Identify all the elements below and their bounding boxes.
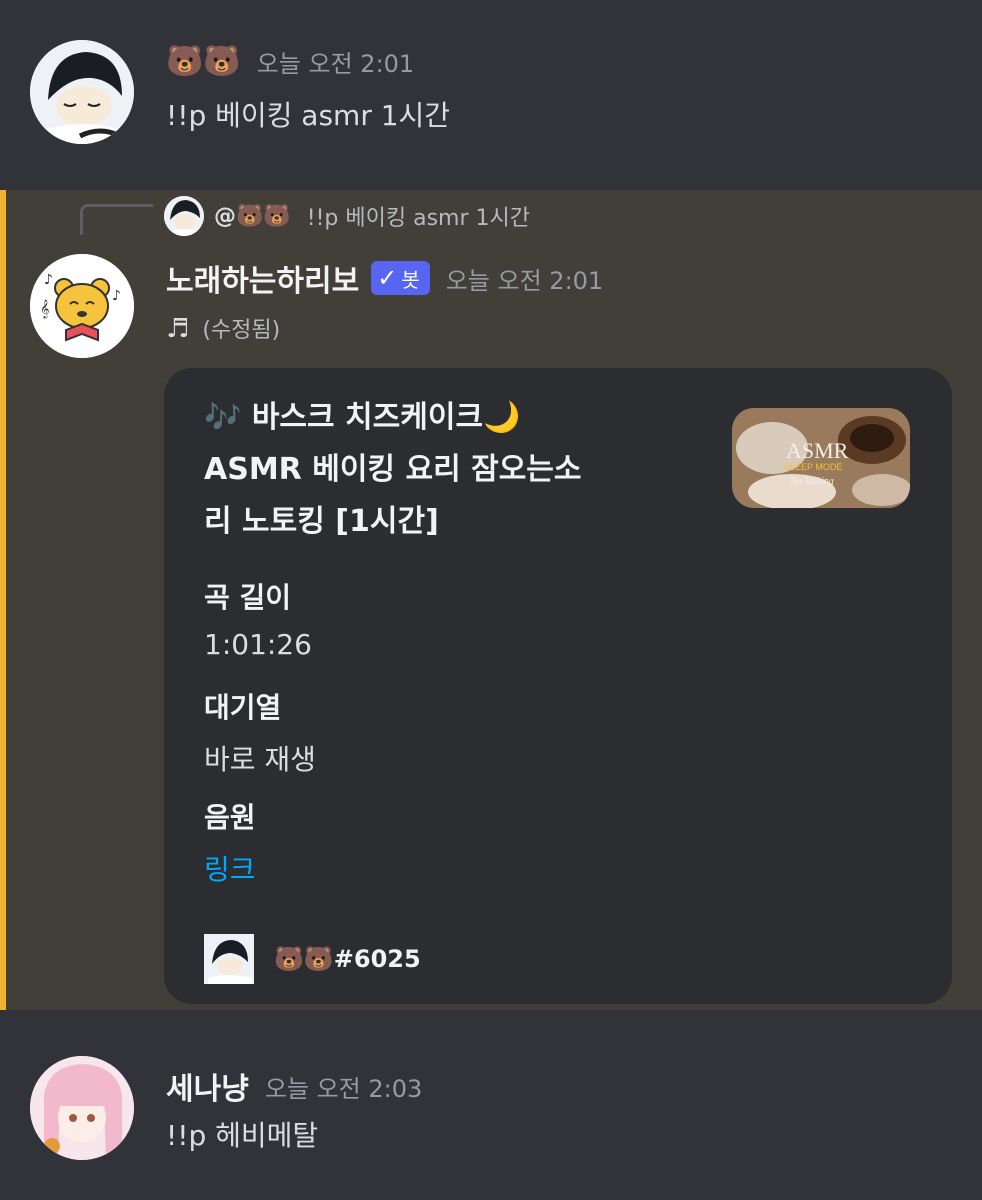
message-content: !!p 헤비메탈 (166, 1119, 319, 1152)
timestamp: 오늘 오전 2:01 (256, 50, 415, 78)
footer-text: 🐻🐻#6025 (274, 945, 421, 973)
mention-highlight-bar (0, 190, 6, 1010)
verified-check-icon: ✓ (377, 264, 398, 292)
embed-title[interactable]: 🎶 바스크 치즈케이크🌙 ASMR 베이킹 요리 잠오는소 리 노토킹 [1시간… (204, 392, 674, 548)
bot-name[interactable]: 노래하는하리보 (166, 256, 359, 300)
svg-text:𝄞: 𝄞 (40, 299, 49, 319)
music-note-icon: ♬ (166, 314, 190, 344)
message-1: 🐻🐻 오늘 오전 2:01 !!p 베이킹 asmr 1시간 (0, 0, 982, 190)
message-content: ♬ (수정됨) (166, 312, 280, 344)
svg-text:♪: ♪ (44, 272, 53, 288)
embed-title-line-1: 바스크 치즈케이크🌙 (251, 400, 521, 435)
message-content: !!p 베이킹 asmr 1시간 (166, 99, 451, 132)
bot-tag-label: 봇 (401, 267, 420, 292)
user-avatar[interactable] (30, 40, 134, 144)
thumbnail-asmr-text: ASMR (786, 438, 849, 463)
bot-avatar[interactable]: ♪ ♪ 𝄞 (30, 254, 134, 358)
embed-footer: 🐻🐻#6025 (204, 934, 421, 984)
author-name[interactable]: 🐻🐻 (166, 44, 241, 79)
reply-connector (80, 204, 153, 235)
embed-title-line-2: ASMR 베이킹 요리 잠오는소 (204, 452, 582, 487)
music-notes-icon: 🎶 (204, 400, 242, 435)
message-3: 세나냥 오늘 오전 2:03 !!p 헤비메탈 (0, 1010, 982, 1200)
timestamp: 오늘 오전 2:01 (445, 266, 604, 295)
svg-text:♪: ♪ (112, 288, 121, 304)
reply-mention[interactable]: @🐻🐻 (214, 204, 291, 229)
field-value-queue: 바로 재생 (204, 743, 316, 776)
author-name[interactable]: 세나냥 (166, 1064, 249, 1108)
thumbnail-talking-text: No Talking (789, 476, 834, 487)
reply-avatar (164, 196, 204, 236)
source-link[interactable]: 링크 (204, 848, 256, 888)
user-avatar[interactable] (30, 1056, 134, 1160)
reply-content[interactable]: !!p 베이킹 asmr 1시간 (307, 200, 530, 232)
thumbnail-sleep-text: SLEEP MODE (784, 462, 842, 472)
message-2-highlighted: @🐻🐻 !!p 베이킹 asmr 1시간 ♪ ♪ 𝄞 노래하는하리보 ✓ 봇 오… (0, 190, 982, 1010)
field-name-duration: 곡 길이 (204, 581, 292, 614)
embed-title-line-3: 리 노토킹 [1시간] (204, 504, 439, 539)
timestamp: 오늘 오전 2:03 (264, 1074, 423, 1103)
reply-reference[interactable]: @🐻🐻 !!p 베이킹 asmr 1시간 (164, 196, 530, 236)
footer-icon (204, 934, 254, 984)
edited-label: (수정됨) (202, 318, 281, 343)
embed-thumbnail[interactable]: ASMR SLEEP MODE No Talking (732, 408, 910, 508)
field-name-source: 음원 (204, 801, 256, 834)
music-embed: 🎶 바스크 치즈케이크🌙 ASMR 베이킹 요리 잠오는소 리 노토킹 [1시간… (164, 368, 952, 1004)
field-value-duration: 1:01:26 (204, 628, 312, 661)
bot-tag: ✓ 봇 (371, 261, 430, 295)
field-name-queue: 대기열 (204, 691, 282, 724)
